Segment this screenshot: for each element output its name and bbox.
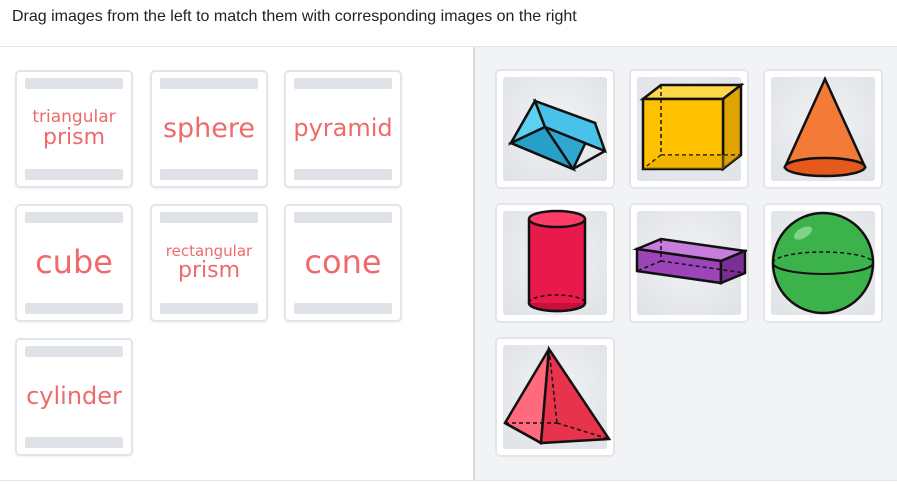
word-card-cylinder[interactable]: cylinder (15, 338, 133, 456)
cube-icon (639, 82, 745, 172)
word-label-rectangular-prism: rectangular prism (152, 228, 266, 298)
word-card-triangular-prism[interactable]: triangular prism (15, 70, 133, 188)
image-card-sphere[interactable] (763, 203, 883, 323)
image-card-pyramid[interactable] (495, 337, 615, 457)
word-line-1: triangular (32, 106, 116, 127)
card-bottom-bar (160, 303, 258, 314)
word-label-triangular-prism: triangular prism (17, 94, 131, 164)
image-card-cone[interactable] (763, 69, 883, 189)
card-top-bar (294, 212, 392, 223)
word-label-cone: cone (304, 243, 382, 282)
image-card-rectangular-prism[interactable] (629, 203, 749, 323)
word-card-pyramid[interactable]: pyramid (284, 70, 402, 188)
card-top-bar (160, 78, 258, 89)
triangular-prism-icon (507, 98, 608, 172)
card-bottom-bar (25, 303, 123, 314)
footer-divider (0, 480, 897, 481)
sphere-icon (771, 211, 875, 315)
image-card-cube[interactable] (629, 69, 749, 189)
card-top-bar (25, 212, 123, 223)
pyramid-icon (503, 345, 612, 446)
card-top-bar (25, 78, 123, 89)
word-card-sphere[interactable]: sphere (150, 70, 268, 188)
card-bottom-bar (294, 169, 392, 180)
word-label-cube: cube (35, 243, 113, 282)
card-bottom-bar (160, 169, 258, 180)
word-line-1: rectangular (165, 241, 253, 260)
word-label-cylinder: cylinder (26, 382, 122, 411)
rectangular-prism-icon (632, 237, 747, 285)
image-card-triangular-prism[interactable] (495, 69, 615, 189)
word-card-cube[interactable]: cube (15, 204, 133, 322)
word-line-2: prism (177, 258, 240, 284)
card-bottom-bar (25, 437, 123, 448)
cone-icon (783, 75, 867, 178)
card-top-bar (25, 346, 123, 357)
image-card-cylinder[interactable] (495, 203, 615, 323)
word-card-rectangular-prism[interactable]: rectangular prism (150, 204, 268, 322)
cylinder-icon (527, 209, 587, 313)
instruction-text: Drag images from the left to match them … (12, 8, 577, 25)
card-bottom-bar (294, 303, 392, 314)
word-line-2: prism (42, 125, 105, 151)
word-label-pyramid: pyramid (293, 114, 393, 143)
word-card-cone[interactable]: cone (284, 204, 402, 322)
card-bottom-bar (25, 169, 123, 180)
card-top-bar (294, 78, 392, 89)
word-label-sphere: sphere (162, 112, 256, 144)
card-top-bar (160, 212, 258, 223)
